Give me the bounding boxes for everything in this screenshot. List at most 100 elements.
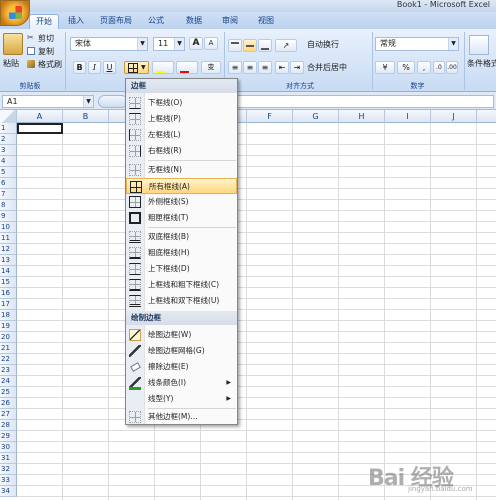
tab-home[interactable]: 开始 <box>29 14 59 29</box>
formula-bar-handle[interactable] <box>98 95 128 108</box>
increase-indent-button[interactable]: ⇥ <box>290 61 304 74</box>
font-size-combo[interactable]: 11 ▼ <box>153 37 185 51</box>
row-header[interactable]: 34 <box>0 486 17 497</box>
menu-item-more-borders[interactable]: 其他边框(M)... <box>126 409 237 425</box>
menu-item-top-bottom-border[interactable]: 上下框线(D) <box>126 261 237 277</box>
align-left-button[interactable]: ≡ <box>228 61 242 74</box>
row-header[interactable]: 17 <box>0 299 17 310</box>
phonetic-button[interactable]: 变 <box>201 61 221 74</box>
increase-decimal-button[interactable]: .0 <box>433 61 445 74</box>
row-header[interactable]: 12 <box>0 244 17 255</box>
tab-formulas[interactable]: 公式 <box>142 14 170 29</box>
column-header[interactable]: I <box>385 110 431 123</box>
tab-insert[interactable]: 插入 <box>62 14 90 29</box>
row-header[interactable]: 26 <box>0 398 17 409</box>
copy-button[interactable]: 复制 <box>38 46 54 57</box>
column-header[interactable]: A <box>17 110 63 123</box>
font-name-combo[interactable]: 宋体 ▼ <box>70 37 148 51</box>
row-header[interactable]: 27 <box>0 409 17 420</box>
row-header[interactable]: 23 <box>0 365 17 376</box>
format-painter-button[interactable]: 格式刷 <box>38 59 62 70</box>
accounting-button[interactable]: ¥ <box>375 61 395 74</box>
column-header[interactable]: H <box>339 110 385 123</box>
wrap-text-button[interactable]: 自动换行 <box>307 39 339 50</box>
column-header[interactable]: B <box>63 110 109 123</box>
align-right-button[interactable]: ≡ <box>258 61 272 74</box>
row-header[interactable]: 18 <box>0 310 17 321</box>
conditional-format-icon[interactable] <box>469 35 489 55</box>
row-header[interactable]: 21 <box>0 343 17 354</box>
borders-button[interactable]: ▼ <box>124 61 149 74</box>
menu-item-left-border[interactable]: 左框线(L) <box>126 127 237 143</box>
percent-button[interactable]: % <box>397 61 415 74</box>
menu-item-bottom-border[interactable]: 下框线(O) <box>126 95 237 111</box>
row-header[interactable]: 1 <box>0 123 17 134</box>
row-header[interactable]: 14 <box>0 266 17 277</box>
orientation-button[interactable]: ↗ <box>275 39 297 52</box>
align-top-button[interactable] <box>228 39 242 52</box>
paste-button[interactable]: 粘贴 <box>3 58 19 69</box>
row-header[interactable]: 7 <box>0 189 17 200</box>
menu-item-draw-border[interactable]: 绘图边框(W) <box>126 327 237 343</box>
row-header[interactable]: 10 <box>0 222 17 233</box>
align-bottom-button[interactable] <box>258 39 272 52</box>
decrease-indent-button[interactable]: ⇤ <box>275 61 289 74</box>
menu-item-thick-box-border[interactable]: 粗匣框线(T) <box>126 210 237 226</box>
tab-view[interactable]: 视图 <box>252 14 280 29</box>
row-header[interactable]: 9 <box>0 211 17 222</box>
row-header[interactable]: 22 <box>0 354 17 365</box>
row-header[interactable]: 25 <box>0 387 17 398</box>
menu-item-all-borders[interactable]: 所有框线(A) <box>126 178 237 194</box>
menu-item-top-double-bottom-border[interactable]: 上框线和双下框线(U) <box>126 293 237 309</box>
align-center-button[interactable]: ≡ <box>243 61 257 74</box>
menu-item-no-border[interactable]: 无框线(N) <box>126 162 237 178</box>
chevron-down-icon[interactable]: ▼ <box>448 38 458 50</box>
menu-item-top-border[interactable]: 上框线(P) <box>126 111 237 127</box>
shrink-font-button[interactable]: A <box>204 37 218 50</box>
tab-data[interactable]: 数据 <box>180 14 208 29</box>
name-box[interactable]: A1 ▼ <box>2 95 94 108</box>
row-header[interactable]: 6 <box>0 178 17 189</box>
menu-item-erase-border[interactable]: 擦除边框(E) <box>126 359 237 375</box>
row-header[interactable]: 30 <box>0 442 17 453</box>
font-color-button[interactable] <box>176 61 198 74</box>
menu-item-top-thick-bottom-border[interactable]: 上框线和粗下框线(C) <box>126 277 237 293</box>
column-header[interactable]: G <box>293 110 339 123</box>
row-header[interactable]: 19 <box>0 321 17 332</box>
row-header[interactable]: 20 <box>0 332 17 343</box>
conditional-format-button[interactable]: 条件格式 <box>467 58 496 69</box>
column-header[interactable]: J <box>431 110 477 123</box>
row-header[interactable]: 15 <box>0 277 17 288</box>
decrease-decimal-button[interactable]: .00 <box>446 61 458 74</box>
row-header[interactable]: 11 <box>0 233 17 244</box>
fill-color-button[interactable] <box>152 61 174 74</box>
row-header[interactable]: 16 <box>0 288 17 299</box>
align-middle-button[interactable] <box>243 39 257 52</box>
chevron-down-icon[interactable]: ▼ <box>83 96 93 107</box>
menu-item-draw-border-grid[interactable]: 绘图边框网格(G) <box>126 343 237 359</box>
chevron-down-icon[interactable]: ▼ <box>174 38 184 50</box>
cell-area[interactable] <box>17 123 496 500</box>
merge-center-button[interactable]: 合并后居中 <box>307 62 347 73</box>
row-header[interactable]: 2 <box>0 134 17 145</box>
grow-font-button[interactable]: A <box>189 37 203 50</box>
row-header[interactable]: 3 <box>0 145 17 156</box>
row-header[interactable]: 4 <box>0 156 17 167</box>
row-header[interactable]: 29 <box>0 431 17 442</box>
row-header[interactable]: 32 <box>0 464 17 475</box>
tab-review[interactable]: 审阅 <box>216 14 244 29</box>
row-header[interactable]: 31 <box>0 453 17 464</box>
menu-item-double-bottom-border[interactable]: 双底框线(B) <box>126 229 237 245</box>
row-header[interactable]: 8 <box>0 200 17 211</box>
menu-item-outside-borders[interactable]: 外侧框线(S) <box>126 194 237 210</box>
comma-button[interactable]: , <box>417 61 431 74</box>
select-all-button[interactable] <box>0 110 17 123</box>
menu-item-line-color[interactable]: 线条颜色(I) ▶ <box>126 375 237 391</box>
row-header[interactable]: 28 <box>0 420 17 431</box>
underline-button[interactable]: U <box>103 61 116 74</box>
bold-button[interactable]: B <box>73 61 86 74</box>
row-header[interactable]: 5 <box>0 167 17 178</box>
column-header[interactable]: F <box>247 110 293 123</box>
row-header[interactable]: 13 <box>0 255 17 266</box>
paste-icon[interactable] <box>3 33 23 55</box>
